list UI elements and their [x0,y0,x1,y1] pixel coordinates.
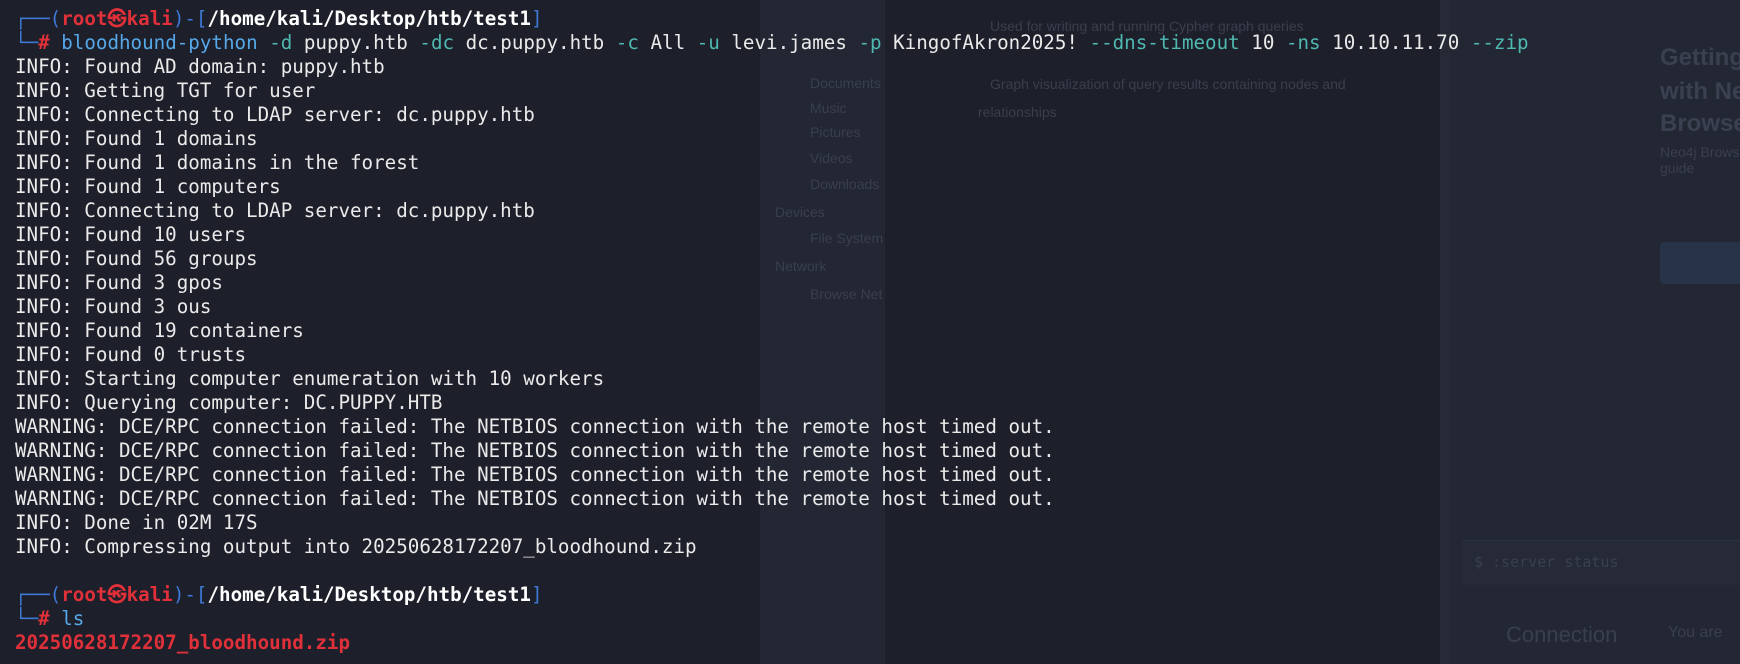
prompt-box-corner: └─ [15,31,39,54]
prompt-1-header: ┌──(root㉿kali)-[/home/kali/Desktop/htb/t… [15,7,1740,31]
output-line: INFO: Done in 02M 17S [15,511,258,534]
command-arg: KingofAkron2025! [893,31,1078,54]
prompt-cwd: /home/kali/Desktop/htb/test1 [207,583,531,606]
output-line: INFO: Found 10 users [15,223,247,246]
prompt-user-host: root㉿kali [61,583,173,606]
output-line: INFO: Starting computer enumeration with… [15,367,605,390]
output-line: INFO: Found 19 containers [15,319,304,342]
output-line: INFO: Found 3 ous [15,295,212,318]
output-line: INFO: Connecting to LDAP server: dc.pupp… [15,103,535,126]
command-flag: -dc [419,31,455,54]
command-arg: 10 [1251,31,1275,54]
command-name: ls [61,607,85,630]
command-arg: 10.10.11.70 [1332,31,1460,54]
output-line: INFO: Connecting to LDAP server: dc.pupp… [15,199,535,222]
prompt-cwd: /home/kali/Desktop/htb/test1 [207,7,531,30]
output-warning-line: WARNING: DCE/RPC connection failed: The … [15,415,1055,438]
prompt-box-close: ] [530,583,543,606]
prompt-box-close: ] [530,7,543,30]
command-output: INFO: Found AD domain: puppy.htb INFO: G… [15,55,1740,559]
command-flag: -p [858,31,882,54]
prompt-box-mid: )-[ [172,7,208,30]
command-flag: -c [615,31,639,54]
prompt-box-open: ┌──( [15,7,62,30]
prompt-box-open: ┌──( [15,583,62,606]
output-line: INFO: Found 56 groups [15,247,258,270]
prompt-2-command-line: └─# ls [15,607,1740,631]
command-arg: All [650,31,686,54]
command-arg: dc.puppy.htb [465,31,605,54]
output-line: INFO: Querying computer: DC.PUPPY.HTB [15,391,443,414]
output-line: INFO: Found AD domain: puppy.htb [15,55,385,78]
output-line: INFO: Found 1 domains [15,127,258,150]
command-arg: puppy.htb [303,31,408,54]
output-line: INFO: Found 3 gpos [15,271,223,294]
output-line: INFO: Found 0 trusts [15,343,247,366]
command-flag: --dns-timeout [1089,31,1240,54]
prompt-box-corner: └─ [15,607,39,630]
prompt-box-mid: )-[ [172,583,208,606]
command-flag: -u [696,31,720,54]
command-flag: --zip [1470,31,1529,54]
command-name: bloodhound-python [61,31,258,54]
output-line: INFO: Getting TGT for user [15,79,316,102]
command-flag: -d [269,31,293,54]
ls-output-zip-file[interactable]: 20250628172207_bloodhound.zip [15,631,1740,655]
output-line: INFO: Compressing output into 2025062817… [15,535,697,558]
prompt-hash: # [38,607,50,630]
prompt-user-host: root㉿kali [61,7,173,30]
prompt-1-command-line: └─# bloodhound-python -d puppy.htb -dc d… [15,31,1740,55]
command-arg: levi.james [731,31,847,54]
output-warning-line: WARNING: DCE/RPC connection failed: The … [15,463,1055,486]
prompt-hash: # [38,31,50,54]
output-warning-line: WARNING: DCE/RPC connection failed: The … [15,487,1055,510]
prompt-2-header: ┌──(root㉿kali)-[/home/kali/Desktop/htb/t… [15,583,1740,607]
output-line: INFO: Found 1 computers [15,175,281,198]
output-line: INFO: Found 1 domains in the forest [15,151,420,174]
command-flag: -ns [1285,31,1321,54]
terminal-window[interactable]: ┌──(root㉿kali)-[/home/kali/Desktop/htb/t… [0,0,1740,664]
output-warning-line: WARNING: DCE/RPC connection failed: The … [15,439,1055,462]
